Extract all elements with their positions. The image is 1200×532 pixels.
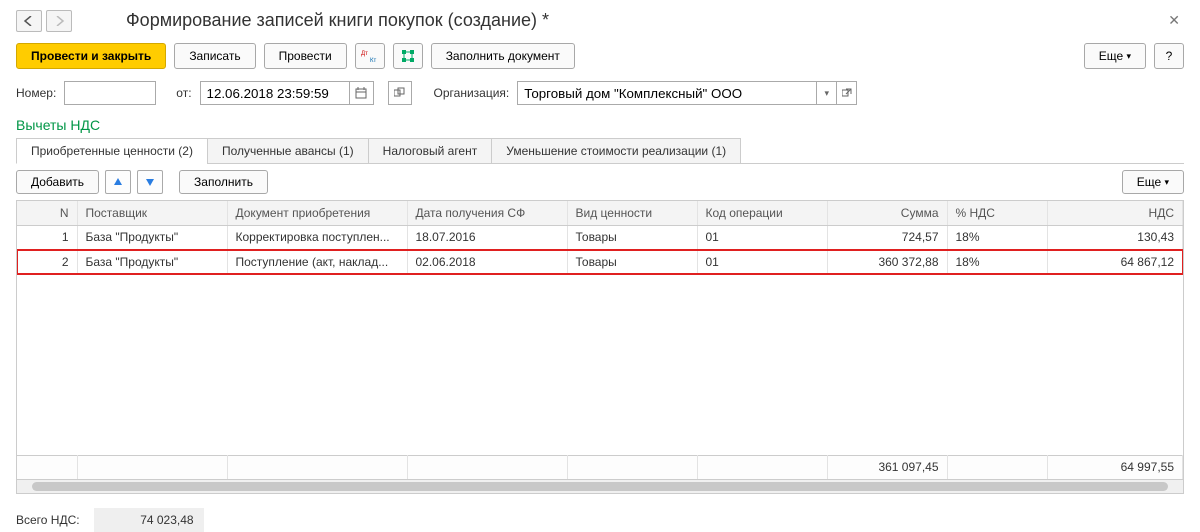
col-op-code[interactable]: Код операции	[697, 201, 827, 225]
table-header: N Поставщик Документ приобретения Дата п…	[17, 201, 1183, 225]
cell[interactable]: Корректировка поступлен...	[227, 226, 407, 250]
organization-input[interactable]	[517, 81, 817, 105]
col-n[interactable]: N	[17, 201, 77, 225]
more-button[interactable]: Еще ▾	[1084, 43, 1146, 69]
data-grid[interactable]: N Поставщик Документ приобретения Дата п…	[16, 200, 1184, 480]
nav-forward-button[interactable]	[46, 10, 72, 32]
number-input[interactable]	[64, 81, 156, 105]
help-button[interactable]: ?	[1154, 43, 1184, 69]
cell[interactable]: 1	[17, 226, 77, 250]
post-and-close-button[interactable]: Провести и закрыть	[16, 43, 166, 69]
calendar-icon[interactable]	[350, 81, 374, 105]
total-sum: 361 097,45	[827, 455, 947, 479]
date-input[interactable]	[200, 81, 350, 105]
cell[interactable]: 18%	[947, 250, 1047, 274]
date-link-icon[interactable]	[388, 81, 412, 105]
cell[interactable]: 724,57	[827, 226, 947, 250]
cell[interactable]: Поступление (акт, наклад...	[227, 250, 407, 274]
fill-tab-button[interactable]: Заполнить	[179, 170, 268, 194]
section-title: Вычеты НДС	[16, 117, 1184, 133]
svg-text:Кт: Кт	[370, 58, 376, 63]
total-vat: 64 997,55	[1047, 455, 1183, 479]
table-row[interactable]: 2База "Продукты"Поступление (акт, наклад…	[17, 250, 1183, 274]
add-row-button[interactable]: Добавить	[16, 170, 99, 194]
organization-label: Организация:	[434, 86, 510, 100]
move-up-icon[interactable]	[105, 170, 131, 194]
col-vat-pct[interactable]: % НДС	[947, 201, 1047, 225]
cell[interactable]: База "Продукты"	[77, 226, 227, 250]
cell[interactable]: 01	[697, 250, 827, 274]
dropdown-icon[interactable]: ▾	[817, 81, 837, 105]
nav-back-button[interactable]	[16, 10, 42, 32]
col-vat[interactable]: НДС	[1047, 201, 1183, 225]
cell[interactable]: 01	[697, 226, 827, 250]
date-label: от:	[176, 86, 191, 100]
tab-1[interactable]: Полученные авансы (1)	[207, 138, 369, 164]
horizontal-scrollbar[interactable]	[16, 480, 1184, 494]
cell[interactable]: Товары	[567, 250, 697, 274]
move-down-icon[interactable]	[137, 170, 163, 194]
total-vat-label: Всего НДС:	[16, 513, 80, 527]
dt-kt-icon-button[interactable]: ДтКт	[355, 43, 385, 69]
cell[interactable]: 130,43	[1047, 226, 1183, 250]
post-button[interactable]: Провести	[264, 43, 347, 69]
cell[interactable]: 18.07.2016	[407, 226, 567, 250]
tab-more-button[interactable]: Еще ▾	[1122, 170, 1184, 194]
tab-3[interactable]: Уменьшение стоимости реализации (1)	[491, 138, 741, 164]
col-sum[interactable]: Сумма	[827, 201, 947, 225]
structure-icon-button[interactable]	[393, 43, 423, 69]
col-supplier[interactable]: Поставщик	[77, 201, 227, 225]
table-row[interactable]: 1База "Продукты"Корректировка поступлен.…	[17, 226, 1183, 250]
page-title: Формирование записей книги покупок (созд…	[126, 10, 1160, 31]
cell[interactable]: База "Продукты"	[77, 250, 227, 274]
fill-document-button[interactable]: Заполнить документ	[431, 43, 575, 69]
close-icon[interactable]: ✕	[1164, 8, 1184, 33]
col-sf-date[interactable]: Дата получения СФ	[407, 201, 567, 225]
cell[interactable]: Товары	[567, 226, 697, 250]
cell[interactable]: 18%	[947, 226, 1047, 250]
number-label: Номер:	[16, 86, 56, 100]
tab-2[interactable]: Налоговый агент	[368, 138, 493, 164]
col-value-type[interactable]: Вид ценности	[567, 201, 697, 225]
cell[interactable]: 02.06.2018	[407, 250, 567, 274]
cell[interactable]: 360 372,88	[827, 250, 947, 274]
col-doc[interactable]: Документ приобретения	[227, 201, 407, 225]
save-button[interactable]: Записать	[174, 43, 255, 69]
cell[interactable]: 2	[17, 250, 77, 274]
tab-0[interactable]: Приобретенные ценности (2)	[16, 138, 208, 164]
open-ref-icon[interactable]	[837, 81, 857, 105]
totals-row: 361 097,45 64 997,55	[17, 455, 1183, 479]
cell[interactable]: 64 867,12	[1047, 250, 1183, 274]
svg-text:Дт: Дт	[361, 51, 368, 57]
total-vat-value: 74 023,48	[94, 508, 204, 532]
